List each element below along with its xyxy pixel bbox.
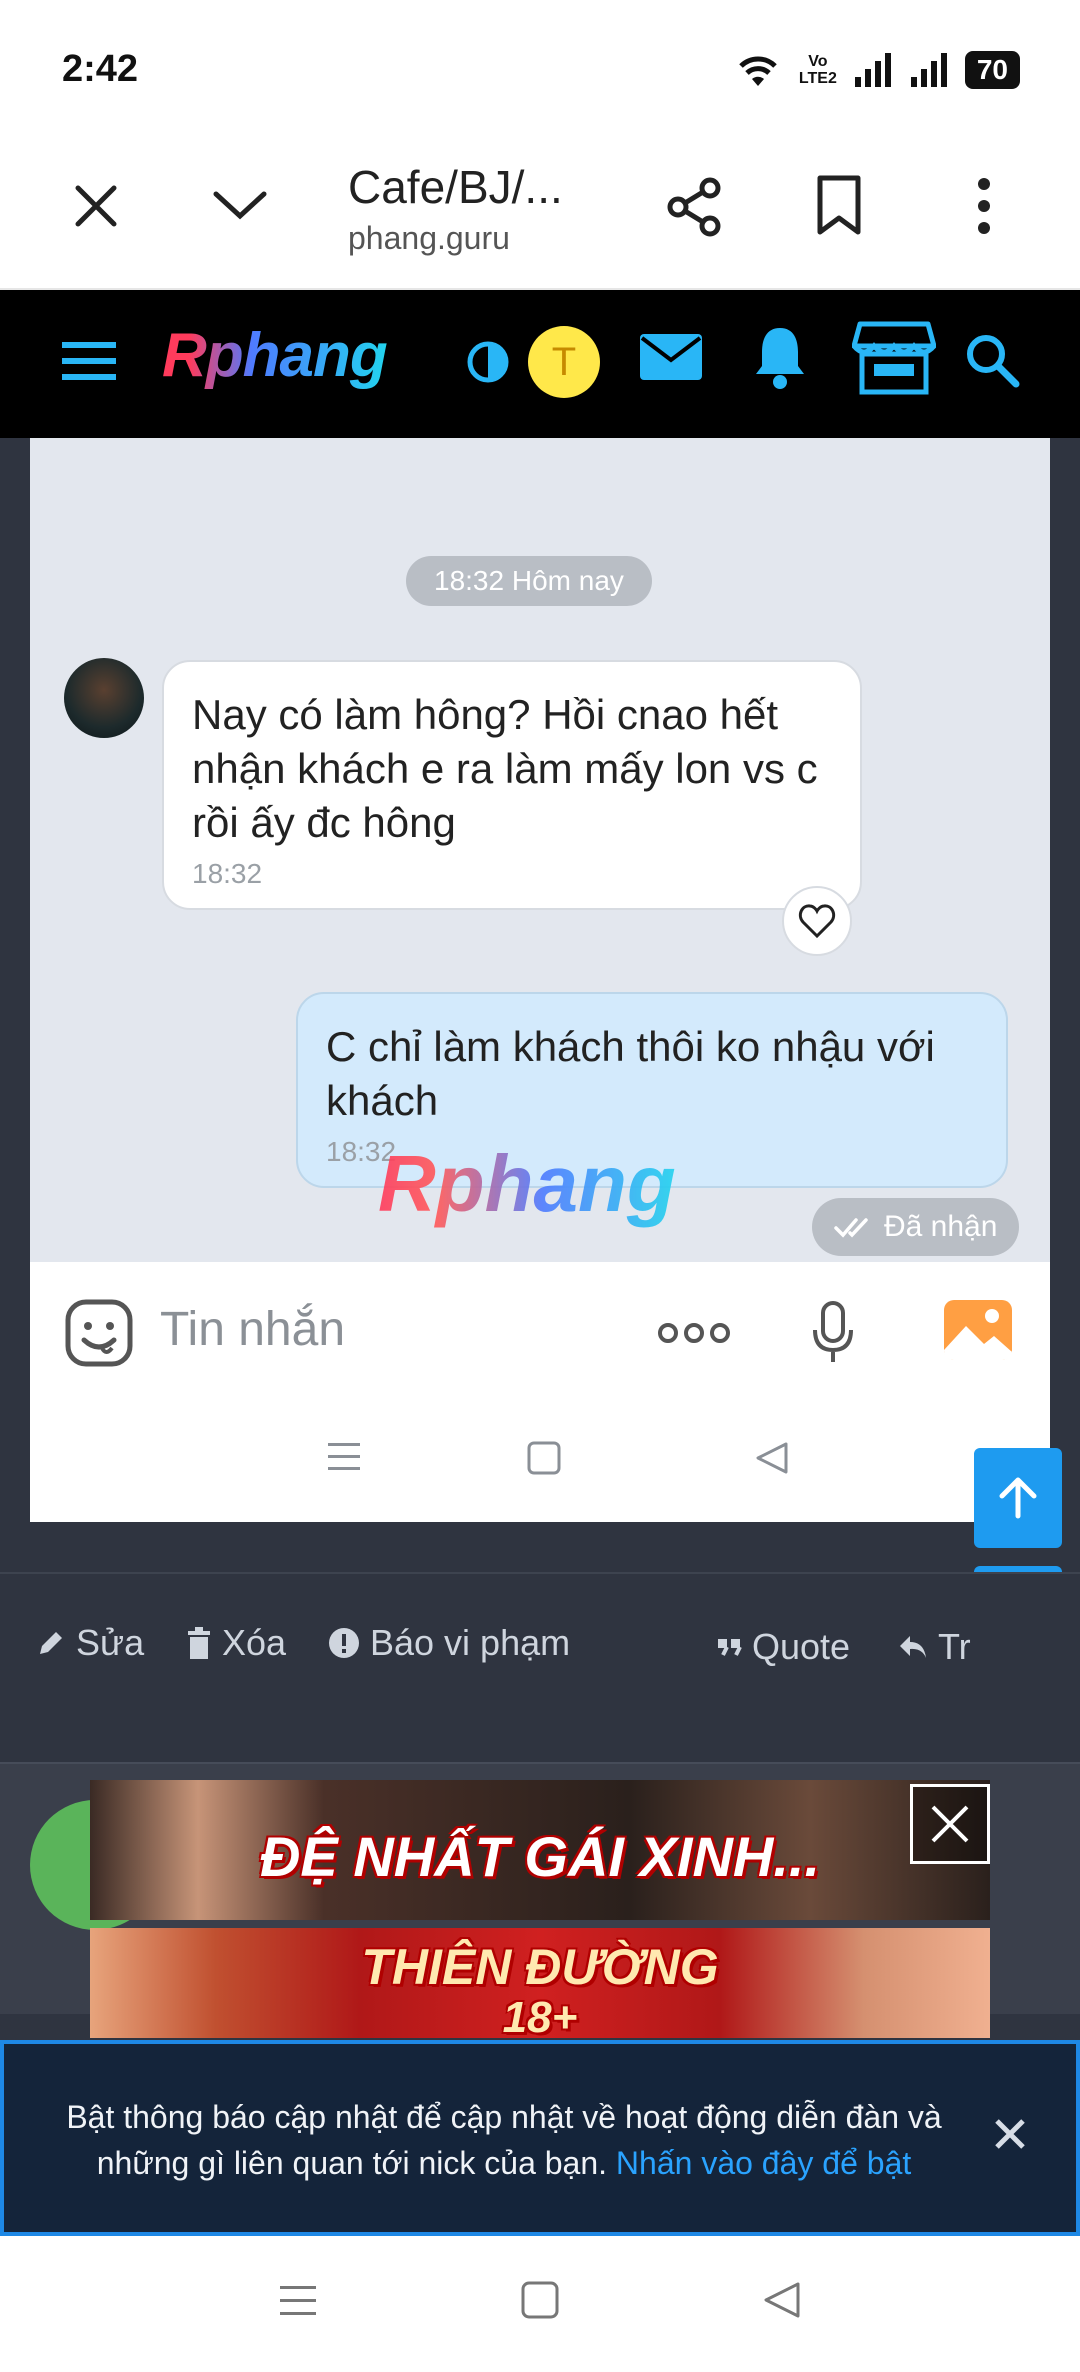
share-icon[interactable] bbox=[664, 176, 726, 238]
edit-label: Sửa bbox=[76, 1622, 145, 1663]
time-separator: 18:32 Hôm nay bbox=[406, 556, 652, 606]
more-dots-icon[interactable] bbox=[656, 1318, 732, 1348]
enable-notifications-link[interactable]: Nhấn vào đây để bật bbox=[616, 2145, 911, 2181]
chat-screenshot: 18:32 Hôm nay Nay có làm hông? Hồi cnao … bbox=[30, 438, 1050, 1262]
store-icon[interactable] bbox=[852, 320, 936, 396]
search-icon[interactable] bbox=[964, 332, 1020, 388]
home-icon[interactable] bbox=[526, 1440, 562, 1476]
notification-bell-icon[interactable] bbox=[752, 324, 808, 390]
signal-icon-2 bbox=[910, 53, 947, 87]
bookmark-icon[interactable] bbox=[814, 174, 864, 236]
incoming-message-text: Nay có làm hông? Hồi cnao hết nhận khách… bbox=[192, 691, 818, 846]
react-heart-button[interactable] bbox=[782, 886, 852, 956]
quote-button[interactable]: Quote bbox=[716, 1626, 850, 1668]
close-icon bbox=[931, 1805, 969, 1843]
back-icon[interactable] bbox=[754, 1440, 790, 1476]
status-icons: Vo LTE2 70 bbox=[733, 48, 1020, 92]
delete-label: Xóa bbox=[222, 1622, 287, 1663]
ad-banner-1[interactable]: ĐỆ NHẤT GÁI XINH... bbox=[90, 1780, 990, 1920]
report-label: Báo vi phạm bbox=[370, 1622, 571, 1663]
heart-icon bbox=[798, 904, 836, 939]
reply-icon bbox=[900, 1636, 926, 1658]
reply-label: Tr bbox=[938, 1626, 971, 1667]
message-input[interactable]: Tin nhắn bbox=[160, 1302, 345, 1357]
close-icon[interactable] bbox=[70, 180, 122, 232]
scroll-top-button[interactable] bbox=[974, 1448, 1062, 1548]
contact-avatar bbox=[64, 658, 144, 738]
page-url[interactable]: phang.guru bbox=[348, 220, 510, 257]
battery-indicator: 70 bbox=[964, 51, 1020, 89]
recent-apps-icon[interactable] bbox=[326, 1440, 362, 1474]
gallery-icon[interactable] bbox=[942, 1296, 1014, 1364]
incoming-message-time: 18:32 bbox=[192, 858, 263, 889]
wifi-icon bbox=[739, 56, 777, 86]
signal-icon-1 bbox=[854, 53, 891, 87]
home-icon[interactable] bbox=[520, 2280, 560, 2320]
outgoing-message-text: C chỉ làm khách thôi ko nhậu với khách bbox=[326, 1023, 935, 1124]
quote-icon bbox=[718, 1639, 742, 1656]
incoming-message: Nay có làm hông? Hồi cnao hết nhận khách… bbox=[162, 660, 862, 910]
watermark-logo: Rphang bbox=[378, 1139, 676, 1228]
report-button[interactable]: Báo vi phạm bbox=[328, 1622, 570, 1664]
mail-icon[interactable] bbox=[638, 330, 704, 384]
menu-icon[interactable] bbox=[60, 336, 118, 386]
recent-apps-icon[interactable] bbox=[278, 2282, 318, 2320]
received-status: Đã nhận bbox=[812, 1198, 1020, 1256]
site-logo[interactable]: Rphang bbox=[162, 320, 388, 391]
ad-close-button[interactable] bbox=[910, 1784, 990, 1864]
emoji-icon[interactable] bbox=[64, 1298, 134, 1368]
system-nav-bar bbox=[0, 2236, 1080, 2372]
post-actions: Sửa Xóa Báo vi phạm Quote Tr bbox=[0, 1572, 1080, 1722]
microphone-icon[interactable] bbox=[810, 1300, 856, 1366]
ad-banner-1-text: ĐỆ NHẤT GÁI XINH... bbox=[259, 1825, 821, 1888]
notification-text: Bật thông báo cập nhật để cập nhật về ho… bbox=[44, 2094, 964, 2186]
theme-toggle-icon[interactable] bbox=[466, 340, 510, 384]
arrow-up-icon bbox=[999, 1477, 1037, 1519]
site-header: Rphang T bbox=[0, 290, 1080, 438]
quote-label: Quote bbox=[752, 1626, 851, 1667]
user-avatar[interactable]: T bbox=[528, 326, 600, 398]
delete-button[interactable]: Xóa bbox=[186, 1622, 286, 1664]
reply-button[interactable]: Tr bbox=[898, 1626, 971, 1668]
close-icon[interactable] bbox=[992, 2116, 1028, 2152]
message-composer: Tin nhắn bbox=[30, 1262, 1050, 1522]
ad-banner-2[interactable]: THIÊN ĐƯỜNG 18+ bbox=[90, 1928, 990, 2038]
browser-toolbar: Cafe/BJ/... phang.guru bbox=[0, 140, 1080, 290]
back-icon[interactable] bbox=[762, 2280, 802, 2320]
volte-indicator: Vo LTE2 bbox=[798, 53, 837, 87]
received-status-text: Đã nhận bbox=[884, 1210, 998, 1243]
trash-icon bbox=[188, 1627, 210, 1659]
clock: 2:42 bbox=[62, 48, 139, 90]
edit-button[interactable]: Sửa bbox=[36, 1622, 144, 1664]
double-check-icon bbox=[834, 1218, 868, 1238]
more-options-icon[interactable] bbox=[970, 176, 998, 236]
chevron-down-icon[interactable] bbox=[210, 186, 270, 226]
notification-prompt: Bật thông báo cập nhật để cập nhật về ho… bbox=[0, 2040, 1080, 2236]
page-title[interactable]: Cafe/BJ/... bbox=[348, 160, 563, 214]
pencil-icon bbox=[40, 1632, 62, 1654]
alert-icon bbox=[329, 1628, 359, 1658]
ad-banner-2-line1: THIÊN ĐƯỜNG bbox=[361, 1939, 719, 1995]
status-bar: 2:42 Vo LTE2 70 bbox=[0, 0, 1080, 140]
ad-banner-2-line2: 18+ bbox=[502, 1993, 578, 2039]
